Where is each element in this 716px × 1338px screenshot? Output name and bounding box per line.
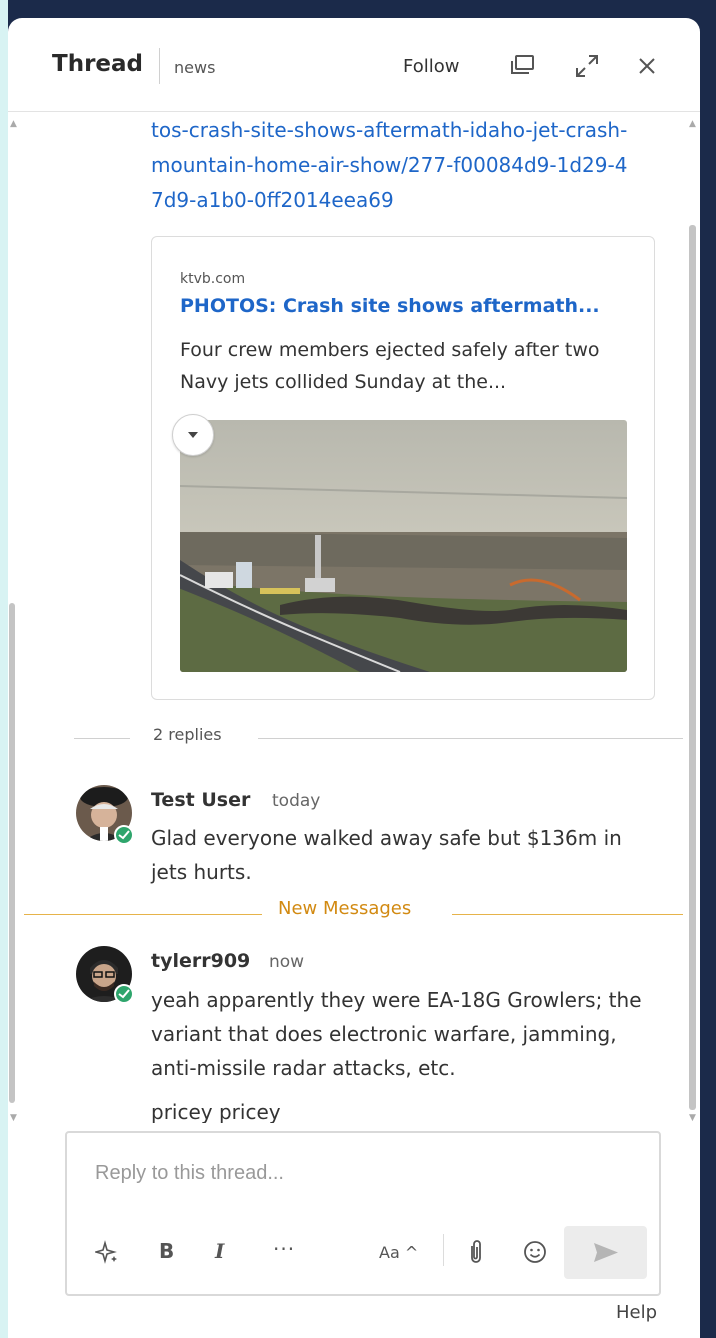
- thread-panel: Thread news Follow ▲ ▲ ▼ ▼ tos-crash-sit…: [8, 18, 700, 1338]
- scroll-down-arrow-left[interactable]: ▼: [10, 1113, 17, 1123]
- expand-icon[interactable]: [574, 53, 600, 83]
- new-messages-label: New Messages: [278, 898, 412, 919]
- message-timestamp: now: [269, 952, 305, 972]
- follow-button[interactable]: Follow: [403, 56, 459, 77]
- scroll-down-arrow-right[interactable]: ▼: [689, 1113, 696, 1123]
- new-messages-line-right: [452, 914, 683, 915]
- online-status-badge: [114, 825, 134, 845]
- replies-divider-left: [74, 738, 130, 739]
- right-scrollbar[interactable]: [689, 225, 696, 1110]
- message-text: Glad everyone walked away safe but $136m…: [151, 826, 622, 884]
- preview-domain: ktvb.com: [180, 271, 246, 287]
- preview-collapse-button[interactable]: [172, 414, 214, 456]
- reply-composer: B I ··· Aa ^: [65, 1131, 661, 1296]
- reply-input[interactable]: [95, 1153, 635, 1193]
- link-preview-card[interactable]: ktvb.com PHOTOS: Crash site shows afterm…: [151, 236, 655, 700]
- emoji-icon[interactable]: [522, 1239, 548, 1269]
- dropdown-caret-icon: [188, 432, 198, 438]
- font-toggle[interactable]: Aa ^: [379, 1243, 418, 1262]
- message-text: pricey pricey: [151, 1100, 281, 1123]
- preview-title[interactable]: PHOTOS: Crash site shows aftermath...: [180, 295, 600, 317]
- header-divider: [159, 48, 160, 84]
- window-edge: [0, 0, 8, 1338]
- send-icon: [594, 1243, 618, 1262]
- thread-title: Thread: [52, 51, 143, 77]
- preview-description: Four crew members ejected safely after t…: [180, 339, 600, 393]
- popout-icon[interactable]: [510, 55, 536, 81]
- preview-image[interactable]: [180, 420, 627, 672]
- scroll-up-arrow-left[interactable]: ▲: [10, 119, 17, 129]
- replies-count: 2 replies: [153, 725, 222, 744]
- thread-header: Thread news Follow: [8, 18, 700, 112]
- help-link[interactable]: Help: [616, 1302, 657, 1323]
- close-icon[interactable]: [637, 56, 657, 80]
- send-button[interactable]: [564, 1226, 647, 1279]
- new-messages-line-left: [24, 914, 262, 915]
- article-link[interactable]: tos-crash-site-shows-aftermath-idaho-jet…: [151, 113, 631, 218]
- replies-divider-right: [258, 738, 683, 739]
- scroll-up-arrow-right[interactable]: ▲: [689, 119, 696, 129]
- message-author[interactable]: Test User: [151, 789, 250, 811]
- attach-icon[interactable]: [467, 1239, 485, 1269]
- left-scrollbar[interactable]: [9, 603, 15, 1103]
- bold-icon[interactable]: B: [159, 1239, 174, 1263]
- thread-scroll-area[interactable]: ▲ ▲ ▼ ▼ tos-crash-site-shows-aftermath-i…: [8, 113, 700, 1123]
- message-text: yeah apparently they were EA-18G Growler…: [151, 988, 642, 1080]
- message-author[interactable]: tylerr909: [151, 950, 250, 972]
- message-timestamp: today: [272, 791, 321, 811]
- more-icon[interactable]: ···: [273, 1237, 295, 1261]
- channel-name[interactable]: news: [174, 58, 215, 77]
- online-status-badge: [114, 984, 134, 1004]
- sparkle-icon[interactable]: [93, 1240, 119, 1268]
- italic-icon[interactable]: I: [215, 1239, 224, 1263]
- toolbar-divider: [443, 1234, 444, 1266]
